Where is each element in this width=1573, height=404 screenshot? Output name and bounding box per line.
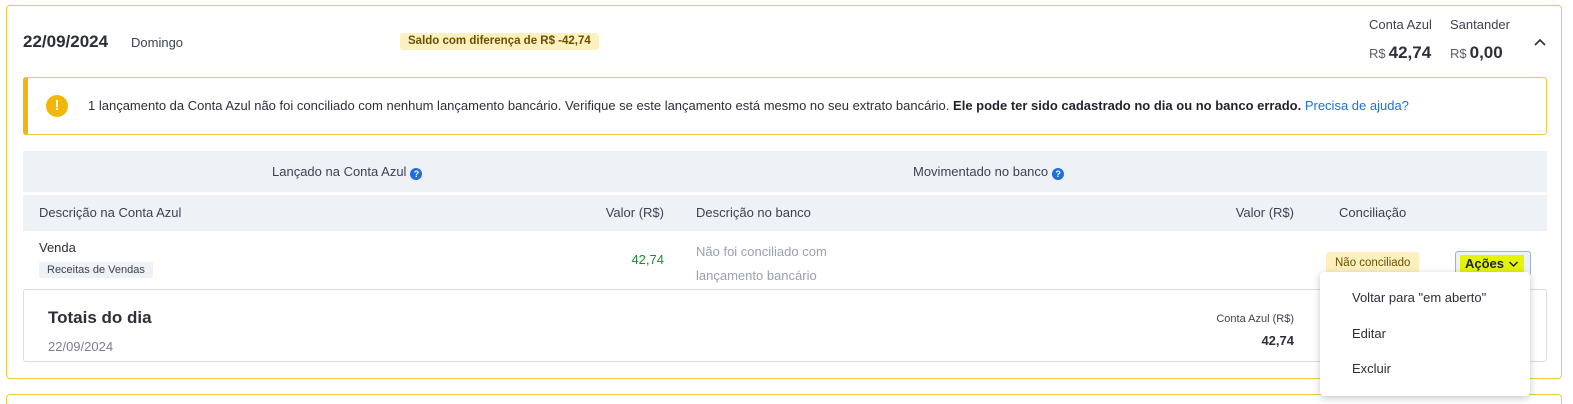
totals-label: Conta Azul (R$) bbox=[1216, 313, 1294, 325]
menu-item-reopen[interactable]: Voltar para "em aberto" bbox=[1352, 290, 1486, 305]
unreconciled-alert: ! 1 lançamento da Conta Azul não foi con… bbox=[23, 77, 1547, 135]
table-row: Venda Receitas de Vendas 42,74 Não foi c… bbox=[23, 231, 1547, 289]
column-header-row: Descrição na Conta Azul Valor (R$) Descr… bbox=[23, 195, 1547, 231]
day-date: 22/09/2024 bbox=[23, 32, 109, 51]
actions-label: Ações bbox=[1460, 255, 1525, 272]
warning-icon: ! bbox=[46, 95, 68, 117]
totals-title: Totais do dia bbox=[48, 308, 152, 327]
difference-badge: Saldo com diferença de R$ -42,74 bbox=[400, 33, 599, 50]
currency-label: R$ bbox=[1450, 46, 1467, 61]
group-header-conta-azul: Lançado na Conta Azul? bbox=[272, 164, 423, 180]
actions-dropdown-menu: Voltar para "em aberto" Editar Excluir bbox=[1320, 272, 1530, 396]
chevron-down-icon bbox=[1508, 255, 1519, 272]
column-header-bank-description: Descrição no banco bbox=[696, 205, 811, 220]
currency-label: R$ bbox=[1369, 46, 1386, 61]
column-header-reconciliation: Conciliação bbox=[1339, 205, 1407, 220]
account-name-conta-azul: Conta Azul bbox=[1369, 17, 1432, 32]
balance-value: 0,00 bbox=[1469, 43, 1503, 62]
menu-item-delete[interactable]: Excluir bbox=[1352, 361, 1391, 376]
account-name-santander: Santander bbox=[1450, 17, 1510, 32]
help-icon[interactable]: ? bbox=[1052, 168, 1065, 180]
column-header-value: Valor (R$) bbox=[605, 205, 664, 220]
help-link[interactable]: Precisa de ajuda? bbox=[1305, 98, 1409, 113]
group-header-banco: Movimentado no banco? bbox=[913, 164, 1065, 180]
day-weekday: Domingo bbox=[131, 35, 184, 50]
status-badge: Não conciliado bbox=[1326, 252, 1420, 274]
alert-message: 1 lançamento da Conta Azul não foi conci… bbox=[88, 98, 1409, 113]
totals-value: 42,74 bbox=[1261, 333, 1294, 348]
group-header-row: Lançado na Conta Azul? Movimentado no ba… bbox=[23, 151, 1547, 192]
day-totals: Totais do dia 22/09/2024 Conta Azul (R$)… bbox=[23, 289, 1547, 362]
column-header-description: Descrição na Conta Azul bbox=[39, 205, 182, 220]
column-header-bank-value: Valor (R$) bbox=[1235, 205, 1294, 220]
entry-value: 42,74 bbox=[631, 252, 664, 267]
menu-item-edit[interactable]: Editar bbox=[1352, 326, 1386, 341]
entry-description: Venda bbox=[39, 240, 76, 255]
collapse-chevron-up-icon[interactable] bbox=[1531, 34, 1549, 50]
totals-date: 22/09/2024 bbox=[48, 339, 114, 354]
help-icon[interactable]: ? bbox=[410, 168, 423, 180]
account-balance-santander: R$ 0,00 bbox=[1450, 43, 1503, 63]
alert-emphasis: Ele pode ter sido cadastrado no dia ou n… bbox=[953, 98, 1302, 113]
bank-description: Não foi conciliado com lançamento bancár… bbox=[696, 244, 827, 283]
balance-value: 42,74 bbox=[1388, 43, 1432, 62]
account-balance-conta-azul: R$ 42,74 bbox=[1369, 43, 1431, 63]
category-tag: Receitas de Vendas bbox=[39, 262, 153, 278]
